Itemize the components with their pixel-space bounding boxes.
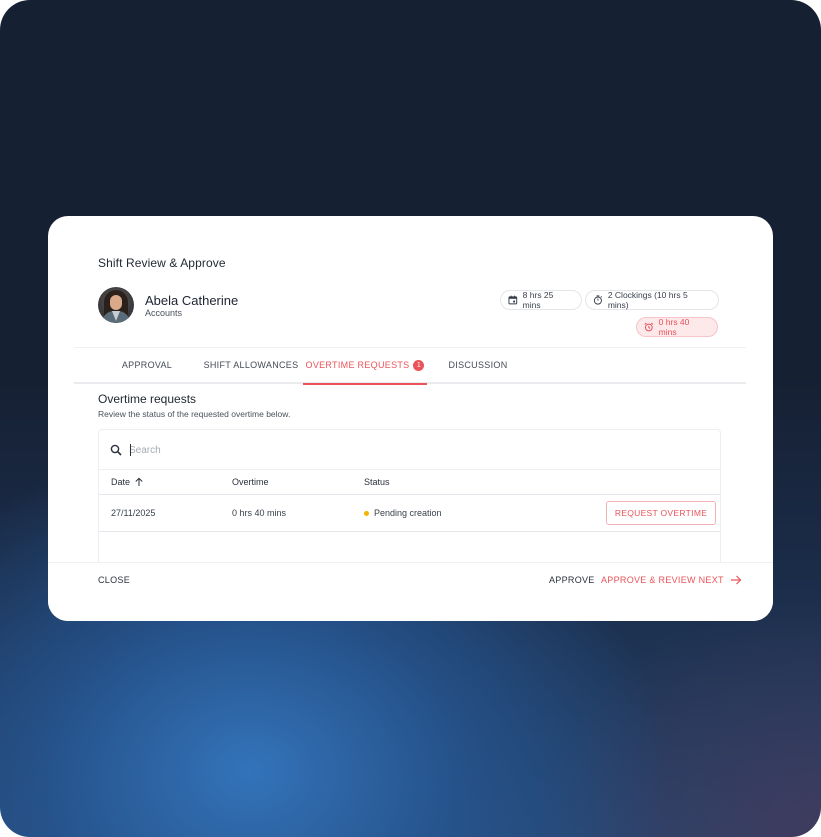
overtime-chip: 0 hrs 40 mins (636, 317, 718, 337)
cell-overtime: 0 hrs 40 mins (232, 508, 287, 518)
section-title: Overtime requests (98, 392, 197, 406)
clockings-value: 2 Clockings (10 hrs 5 mins) (607, 290, 688, 310)
modal-title: Shift Review & Approve (98, 256, 226, 270)
status-dot (364, 510, 369, 516)
approve-review-next-button[interactable]: APPROVE & REVIEW NEXT (601, 574, 742, 586)
column-header-status: Status (364, 477, 390, 487)
hours-chip: 8 hrs 25 mins (500, 290, 582, 310)
tab-label: OVERTIME REQUESTS (305, 360, 410, 370)
table-row: 27/11/2025 0 hrs 40 mins Pending creatio… (99, 495, 720, 532)
overtime-value: 0 hrs 40 mins (658, 317, 690, 337)
modal-footer: CLOSE APPROVE APPROVE & REVIEW NEXT (48, 562, 773, 621)
table-header: Date Overtime Status (99, 470, 720, 495)
section-subtitle: Review the status of the requested overt… (98, 409, 291, 419)
stopwatch-icon (593, 295, 602, 305)
hours-value: 8 hrs 25 mins (522, 290, 554, 310)
column-label: Status (364, 477, 390, 487)
approve-button[interactable]: APPROVE (549, 575, 595, 585)
tab-label: DISCUSSION (448, 360, 508, 370)
tab-bar: APPROVAL SHIFT ALLOWANCES OVERTIME REQUE… (74, 347, 746, 385)
arrow-up-icon (135, 477, 143, 486)
column-header-date[interactable]: Date (111, 477, 144, 487)
status-label: Pending creation (374, 508, 442, 518)
avatar (98, 287, 134, 323)
calendar-icon (508, 295, 518, 305)
employee-name: Abela Catherine (145, 293, 239, 308)
search-input[interactable] (129, 442, 429, 458)
search-icon (110, 444, 122, 456)
cell-status: Pending creation (364, 508, 442, 518)
tab-approval[interactable]: APPROVAL (112, 347, 182, 383)
employee-department: Accounts (145, 308, 183, 318)
request-overtime-button[interactable]: REQUEST OVERTIME (606, 501, 716, 525)
overtime-table: Date Overtime Status 27/11/2025 0 hrs 40… (98, 429, 721, 569)
arrow-right-icon (730, 575, 742, 585)
column-label: Overtime (232, 477, 269, 487)
column-header-overtime: Overtime (232, 477, 269, 487)
close-button[interactable]: CLOSE (98, 575, 130, 585)
tab-label: SHIFT ALLOWANCES (203, 360, 299, 370)
shift-review-modal: Shift Review & Approve Abela Catherine A… (48, 216, 773, 621)
tab-shift-allowances[interactable]: SHIFT ALLOWANCES (201, 347, 301, 383)
alarm-clock-icon (644, 322, 654, 332)
tab-overtime-requests[interactable]: OVERTIME REQUESTS 1 (303, 347, 427, 385)
text-cursor (130, 444, 131, 456)
search-bar (99, 430, 720, 470)
column-label: Date (111, 477, 131, 487)
tab-discussion[interactable]: DISCUSSION (438, 347, 518, 383)
clockings-chip: 2 Clockings (10 hrs 5 mins) (585, 290, 719, 310)
tab-label: APPROVAL (121, 360, 173, 370)
approve-review-next-label: APPROVE & REVIEW NEXT (601, 575, 724, 585)
cell-date: 27/11/2025 (111, 508, 156, 518)
count-badge: 1 (413, 359, 425, 371)
